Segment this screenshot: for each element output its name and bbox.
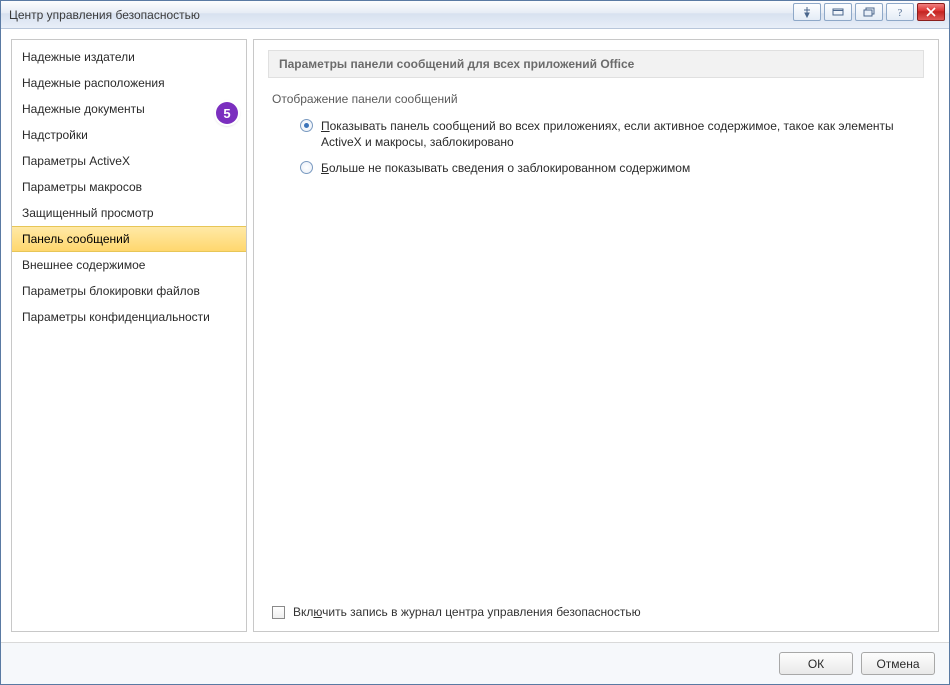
sidebar-item-2[interactable]: Надежные документы	[12, 96, 246, 122]
panel-header: Параметры панели сообщений для всех прил…	[268, 50, 924, 78]
sidebar-item-0[interactable]: Надежные издатели	[12, 44, 246, 70]
sidebar-item-10[interactable]: Параметры конфиденциальности	[12, 304, 246, 330]
restore-2-icon[interactable]	[855, 3, 883, 21]
svg-text:?: ?	[898, 8, 903, 18]
sidebar-item-label: Параметры ActiveX	[22, 154, 130, 168]
radio-label-1: Больше не показывать сведения о заблокир…	[321, 160, 690, 176]
logging-checkbox-label: Включить запись в журнал центра управлен…	[293, 605, 641, 619]
pin-icon[interactable]	[793, 3, 821, 21]
radio-button-0[interactable]	[300, 119, 313, 132]
sidebar-item-3[interactable]: Надстройки	[12, 122, 246, 148]
sidebar-item-label: Панель сообщений	[22, 232, 130, 246]
section-label: Отображение панели сообщений	[272, 92, 924, 106]
radio-button-1[interactable]	[300, 161, 313, 174]
sidebar-item-5[interactable]: Параметры макросов	[12, 174, 246, 200]
radio-label-0: Показывать панель сообщений во всех прил…	[321, 118, 924, 150]
close-icon[interactable]	[917, 3, 945, 21]
sidebar-item-6[interactable]: Защищенный просмотр	[12, 200, 246, 226]
logging-checkbox-row[interactable]: Включить запись в журнал центра управлен…	[272, 605, 924, 619]
dialog-body: 5 Надежные издатели Надежные расположения…	[1, 29, 949, 642]
category-sidebar: 5 Надежные издатели Надежные расположения…	[11, 39, 247, 632]
sidebar-item-label: Параметры блокировки файлов	[22, 284, 200, 298]
titlebar: Центр управления безопасностью ?	[1, 1, 949, 29]
window-title: Центр управления безопасностью	[9, 8, 200, 22]
cancel-button[interactable]: Отмена	[861, 652, 935, 675]
sidebar-item-label: Надежные документы	[22, 102, 145, 116]
sidebar-item-label: Внешнее содержимое	[22, 258, 145, 272]
sidebar-item-label: Надежные расположения	[22, 76, 165, 90]
content-pane: Параметры панели сообщений для всех прил…	[253, 39, 939, 632]
sidebar-item-7[interactable]: Панель сообщений	[12, 226, 246, 252]
titlebar-buttons: ?	[793, 3, 945, 21]
logging-checkbox[interactable]	[272, 606, 285, 619]
sidebar-item-label: Защищенный просмотр	[22, 206, 154, 220]
radio-option-1[interactable]: Больше не показывать сведения о заблокир…	[300, 160, 924, 176]
sidebar-item-4[interactable]: Параметры ActiveX	[12, 148, 246, 174]
radio-option-0[interactable]: Показывать панель сообщений во всех прил…	[300, 118, 924, 150]
help-icon[interactable]: ?	[886, 3, 914, 21]
dialog-footer: ОК Отмена	[1, 642, 949, 684]
annotation-badge-5: 5	[216, 102, 238, 124]
restore-1-icon[interactable]	[824, 3, 852, 21]
sidebar-item-label: Параметры макросов	[22, 180, 142, 194]
sidebar-item-1[interactable]: Надежные расположения	[12, 70, 246, 96]
trust-center-window: Центр управления безопасностью ? 5 Надеж…	[0, 0, 950, 685]
sidebar-item-8[interactable]: Внешнее содержимое	[12, 252, 246, 278]
sidebar-item-9[interactable]: Параметры блокировки файлов	[12, 278, 246, 304]
sidebar-item-label: Параметры конфиденциальности	[22, 310, 210, 324]
ok-button[interactable]: ОК	[779, 652, 853, 675]
sidebar-item-label: Надежные издатели	[22, 50, 135, 64]
sidebar-item-label: Надстройки	[22, 128, 88, 142]
